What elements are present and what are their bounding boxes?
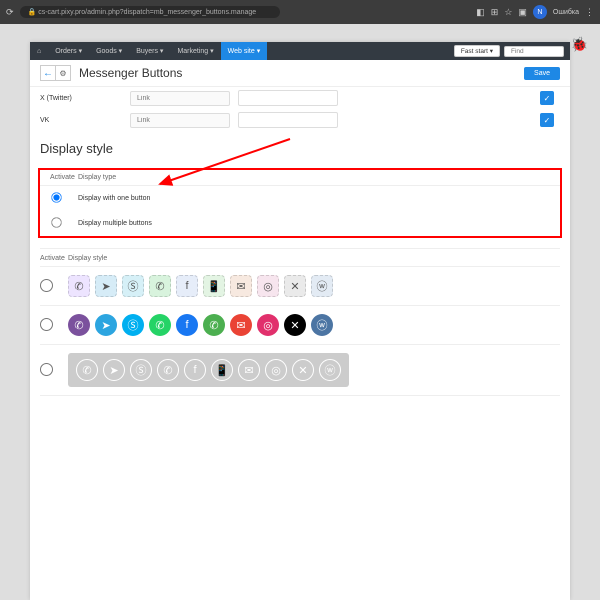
social-icon: ◎ [265, 359, 287, 381]
box-vk[interactable] [238, 112, 338, 128]
qr-icon[interactable]: ⊞ [491, 7, 499, 18]
social-icon: ◎ [257, 275, 279, 297]
option-one-button[interactable]: Display with one button [40, 186, 560, 211]
nav-orders[interactable]: Orders ▾ [48, 42, 89, 60]
social-icon: ✆ [157, 359, 179, 381]
nav-marketing[interactable]: Marketing ▾ [170, 42, 220, 60]
gear-button[interactable]: ⚙ [55, 65, 71, 81]
save-button[interactable]: Save [524, 67, 560, 80]
input-twitter[interactable] [130, 91, 230, 106]
social-icon: ➤ [95, 275, 117, 297]
social-icon: ➤ [103, 359, 125, 381]
social-icon: ✆ [149, 275, 171, 297]
option-multiple[interactable]: Display multiple buttons [40, 211, 560, 236]
box-twitter[interactable] [238, 90, 338, 106]
social-icon: Ⓢ [130, 359, 152, 381]
th-style-activate: Activate [40, 255, 68, 262]
th-style: Display style [68, 255, 107, 262]
browser-chrome: ⟳ 🔒 cs-cart.pixy.pro/admin.php?dispatch=… [0, 0, 600, 24]
social-icon: ✆ [68, 314, 90, 336]
option-label: Display with one button [78, 195, 150, 202]
menu-icon[interactable]: ⋮ [585, 7, 594, 18]
social-icon: 📱 [211, 359, 233, 381]
row-vk: VK ✓ [30, 109, 570, 131]
profile-badge[interactable]: N [533, 5, 547, 19]
error-label: Ошибка [553, 9, 579, 16]
back-button[interactable]: ← [40, 65, 56, 81]
nav-buyers[interactable]: Buyers ▾ [129, 42, 170, 60]
page-header: ← ⚙ Messenger Buttons Save [30, 60, 570, 87]
nav-website[interactable]: Web site ▾ [221, 42, 268, 60]
style-row-3: ✆➤Ⓢ✆f📱✉◎✕ⓦ [40, 345, 560, 396]
reload-icon[interactable]: ⟳ [6, 7, 14, 18]
social-icon: Ⓢ [122, 314, 144, 336]
social-icon: ✕ [292, 359, 314, 381]
th-activate: Activate [50, 174, 78, 181]
social-icon: ✕ [284, 314, 306, 336]
highlighted-options: Activate Display type Display with one b… [38, 168, 562, 238]
social-icon: ✆ [68, 275, 90, 297]
search-input[interactable] [504, 46, 564, 57]
bookmark-icon[interactable]: ▣ [518, 7, 527, 18]
social-icon: f [184, 359, 206, 381]
bug-icon[interactable]: 🐞 [571, 36, 588, 53]
style-row-1: ✆➤Ⓢ✆f📱✉◎✕ⓦ [40, 267, 560, 306]
social-icon: ✉ [238, 359, 260, 381]
row-twitter: X (Twitter) ✓ [30, 87, 570, 109]
social-icon: ⓦ [311, 275, 333, 297]
social-icon: ➤ [95, 314, 117, 336]
social-icon: 📱 [203, 275, 225, 297]
top-nav: ⌂ Orders ▾ Goods ▾ Buyers ▾ Marketing ▾ … [30, 42, 570, 60]
social-icon: ✕ [284, 275, 306, 297]
url-bar[interactable]: 🔒 cs-cart.pixy.pro/admin.php?dispatch=mb… [20, 6, 280, 18]
social-icon: ⓦ [311, 314, 333, 336]
nav-home[interactable]: ⌂ [30, 42, 48, 60]
social-icon: ✆ [76, 359, 98, 381]
input-vk[interactable] [130, 113, 230, 128]
social-icon: ◎ [257, 314, 279, 336]
fast-start-button[interactable]: Fast start ▾ [454, 45, 500, 57]
social-icon: Ⓢ [122, 275, 144, 297]
admin-page: ⌂ Orders ▾ Goods ▾ Buyers ▾ Marketing ▾ … [30, 42, 570, 600]
ext-icon[interactable]: ◧ [476, 7, 485, 18]
option-label: Display multiple buttons [78, 220, 152, 227]
social-icon: ✉ [230, 275, 252, 297]
social-icon: ✆ [149, 314, 171, 336]
social-icon: f [176, 275, 198, 297]
th-type: Display type [78, 174, 116, 181]
radio-style-1[interactable] [40, 279, 53, 292]
radio-multiple[interactable] [51, 217, 61, 227]
radio-style-3[interactable] [40, 363, 53, 376]
label-twitter: X (Twitter) [40, 95, 130, 102]
section-title: Display style [30, 131, 570, 164]
social-icon: ✉ [230, 314, 252, 336]
style-row-2: ✆➤Ⓢ✆f✆✉◎✕ⓦ [40, 306, 560, 345]
social-icon: f [176, 314, 198, 336]
nav-goods[interactable]: Goods ▾ [89, 42, 129, 60]
check-twitter[interactable]: ✓ [540, 91, 554, 105]
social-icon: ✆ [203, 314, 225, 336]
label-vk: VK [40, 117, 130, 124]
page-title: Messenger Buttons [79, 66, 182, 80]
social-icon: ⓦ [319, 359, 341, 381]
star-icon[interactable]: ☆ [504, 7, 512, 18]
check-vk[interactable]: ✓ [540, 113, 554, 127]
radio-style-2[interactable] [40, 318, 53, 331]
radio-one-button[interactable] [51, 192, 61, 202]
